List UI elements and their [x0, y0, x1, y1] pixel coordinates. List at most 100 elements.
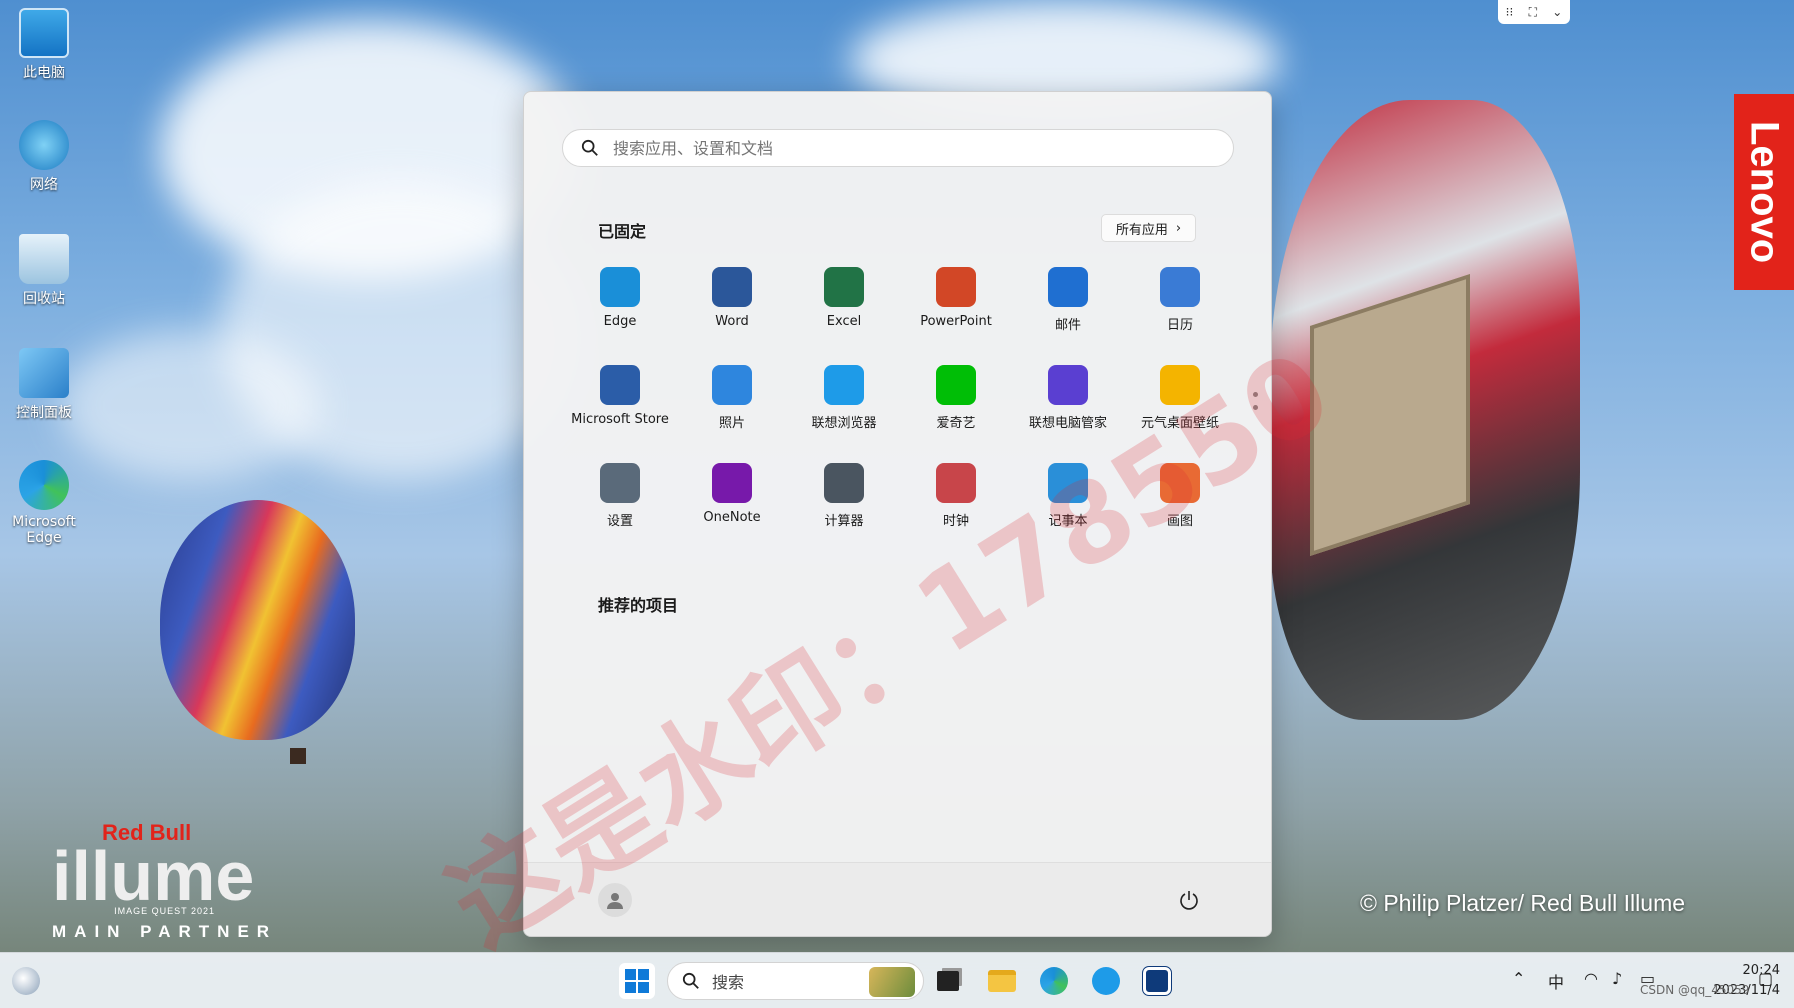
csdn-watermark: CSDN @qq_45059 [1640, 983, 1750, 997]
taskbar: 搜索 ⌃ 中 ◠ ♪ ▭ 20:24 2023/11/4 CSDN @qq_45… [0, 952, 1794, 1008]
pinned-app-label: 日历 [1166, 318, 1193, 333]
power-button[interactable] [1174, 885, 1204, 915]
pinned-app-store[interactable]: Microsoft Store [564, 365, 676, 435]
photos-icon [712, 365, 752, 405]
pinned-app-label: 联想浏览器 [811, 416, 877, 431]
desktop-icon-label: 此电脑 [23, 65, 65, 81]
store-icon [600, 365, 640, 405]
wifi-icon[interactable]: ◠ [1584, 969, 1598, 988]
pinned-app-label: Microsoft Store [571, 412, 669, 427]
settings-icon [600, 463, 640, 503]
pinned-app-excel[interactable]: Excel [788, 267, 900, 337]
user-icon [607, 893, 623, 909]
desktop-icon-network[interactable]: 网络 [8, 120, 80, 194]
pinned-app-lenovo-browser[interactable]: 联想浏览器 [788, 365, 900, 435]
desktop-icon-recycle-bin[interactable]: 回收站 [8, 234, 80, 308]
search-highlight-icon [869, 967, 915, 997]
balloon-basket [290, 748, 306, 764]
search-icon [682, 972, 699, 989]
widgets-icon[interactable] [12, 967, 40, 995]
powerpoint-icon [936, 267, 976, 307]
recycle-bin-icon [19, 234, 69, 284]
pinned-app-paint[interactable]: 画图 [1124, 463, 1236, 533]
pinned-app-mail[interactable]: 邮件 [1012, 267, 1124, 337]
chevron-down-icon[interactable]: ⌄ [1552, 5, 1562, 19]
hot-air-balloon [160, 500, 355, 740]
start-search-box[interactable] [562, 129, 1234, 167]
word-icon [712, 267, 752, 307]
start-button[interactable] [619, 963, 655, 999]
pinned-app-word[interactable]: Word [676, 267, 788, 337]
desktop-icon-this-pc[interactable]: 此电脑 [8, 8, 80, 82]
pinned-app-label: 计算器 [824, 514, 864, 529]
windows-logo-icon [625, 969, 649, 993]
taskbar-search-label: 搜索 [712, 973, 745, 992]
show-hidden-icons[interactable]: ⌃ [1512, 969, 1525, 988]
pinned-app-label: 画图 [1166, 514, 1193, 529]
pinned-app-photos[interactable]: 照片 [676, 365, 788, 435]
pinned-app-clock[interactable]: 时钟 [900, 463, 1012, 533]
all-apps-button[interactable]: 所有应用 › [1101, 214, 1196, 242]
volume-icon[interactable]: ♪ [1612, 969, 1622, 988]
illume-logo: Red Bull illume IMAGE QUEST 2021 MAIN PA… [52, 820, 277, 942]
notepad-icon [1048, 463, 1088, 503]
control-panel-icon [19, 348, 69, 398]
wallpaper-icon [1160, 365, 1200, 405]
pinned-app-label: PowerPoint [920, 314, 992, 329]
pinned-app-lenovo-manager[interactable]: 联想电脑管家 [1012, 365, 1124, 435]
excel-icon [824, 267, 864, 307]
taskbar-search[interactable]: 搜索 [667, 962, 924, 1000]
all-apps-label: 所有应用 [1115, 222, 1168, 238]
pinned-app-iqiyi[interactable]: 爱奇艺 [900, 365, 1012, 435]
lenovo-browser-icon [1092, 967, 1120, 995]
start-search-input[interactable] [613, 138, 1173, 158]
task-view-icon [937, 971, 959, 991]
user-avatar[interactable] [598, 883, 632, 917]
desktop-icon-label: Microsoft Edge [12, 514, 76, 546]
pinned-app-calendar[interactable]: 日历 [1124, 267, 1236, 337]
desktop-icon-label: 回收站 [23, 291, 65, 307]
edge-taskbar-button[interactable] [1036, 963, 1072, 999]
power-icon [1180, 891, 1198, 910]
task-view-button[interactable] [930, 963, 966, 999]
illume-partner: MAIN PARTNER [52, 922, 278, 941]
onenote-icon [712, 463, 752, 503]
teamviewer-taskbar-button[interactable] [1139, 963, 1175, 999]
lenovo-manager-icon [1048, 365, 1088, 405]
desktop-icon-control-panel[interactable]: 控制面板 [8, 348, 80, 422]
teamviewer-icon [1142, 966, 1172, 996]
pinned-app-label: Excel [826, 314, 862, 329]
computer-icon [19, 8, 69, 58]
file-explorer-button[interactable] [984, 963, 1020, 999]
calendar-icon [1160, 267, 1200, 307]
page-indicator[interactable] [1253, 392, 1259, 418]
mail-icon [1048, 267, 1088, 307]
notification-icon[interactable]: ▢ [1758, 969, 1773, 988]
pinned-app-label: 记事本 [1048, 514, 1088, 529]
pinned-app-label: OneNote [703, 510, 761, 525]
pinned-app-onenote[interactable]: OneNote [676, 463, 788, 533]
edge-icon [19, 460, 69, 510]
desktop-icon-edge[interactable]: Microsoft Edge [8, 460, 80, 546]
pinned-app-powerpoint[interactable]: PowerPoint [900, 267, 1012, 337]
fullscreen-icon[interactable]: ⛶ [1529, 5, 1537, 20]
start-menu-footer [524, 862, 1271, 936]
pinned-app-edge[interactable]: Edge [564, 267, 676, 337]
search-icon [581, 139, 598, 156]
ime-indicator[interactable]: 中 [1548, 969, 1564, 993]
lenovo-browser-taskbar-button[interactable] [1088, 963, 1124, 999]
illume-word: illume [52, 837, 255, 915]
pinned-app-calculator[interactable]: 计算器 [788, 463, 900, 533]
network-icon [19, 120, 69, 170]
pinned-app-label: 时钟 [942, 514, 969, 529]
pinned-app-label: 联想电脑管家 [1028, 416, 1107, 431]
pinned-app-grid: Edge Word Excel PowerPoint 邮件 日历 Microsoft Sto… [564, 267, 1239, 533]
pinned-app-notepad[interactable]: 记事本 [1012, 463, 1124, 533]
desktop-icon-label: 网络 [30, 177, 58, 193]
lenovo-logo-text: Lenovo [1742, 120, 1787, 264]
pinned-app-settings[interactable]: 设置 [564, 463, 676, 533]
snap-layout-bar[interactable]: ⁝⁝ ⛶ ⌄ [1498, 0, 1570, 24]
pinned-app-wallpaper[interactable]: 元气桌面壁纸 [1124, 365, 1236, 435]
iqiyi-icon [936, 365, 976, 405]
snap-grid-icon[interactable]: ⁝⁝ [1506, 5, 1514, 19]
